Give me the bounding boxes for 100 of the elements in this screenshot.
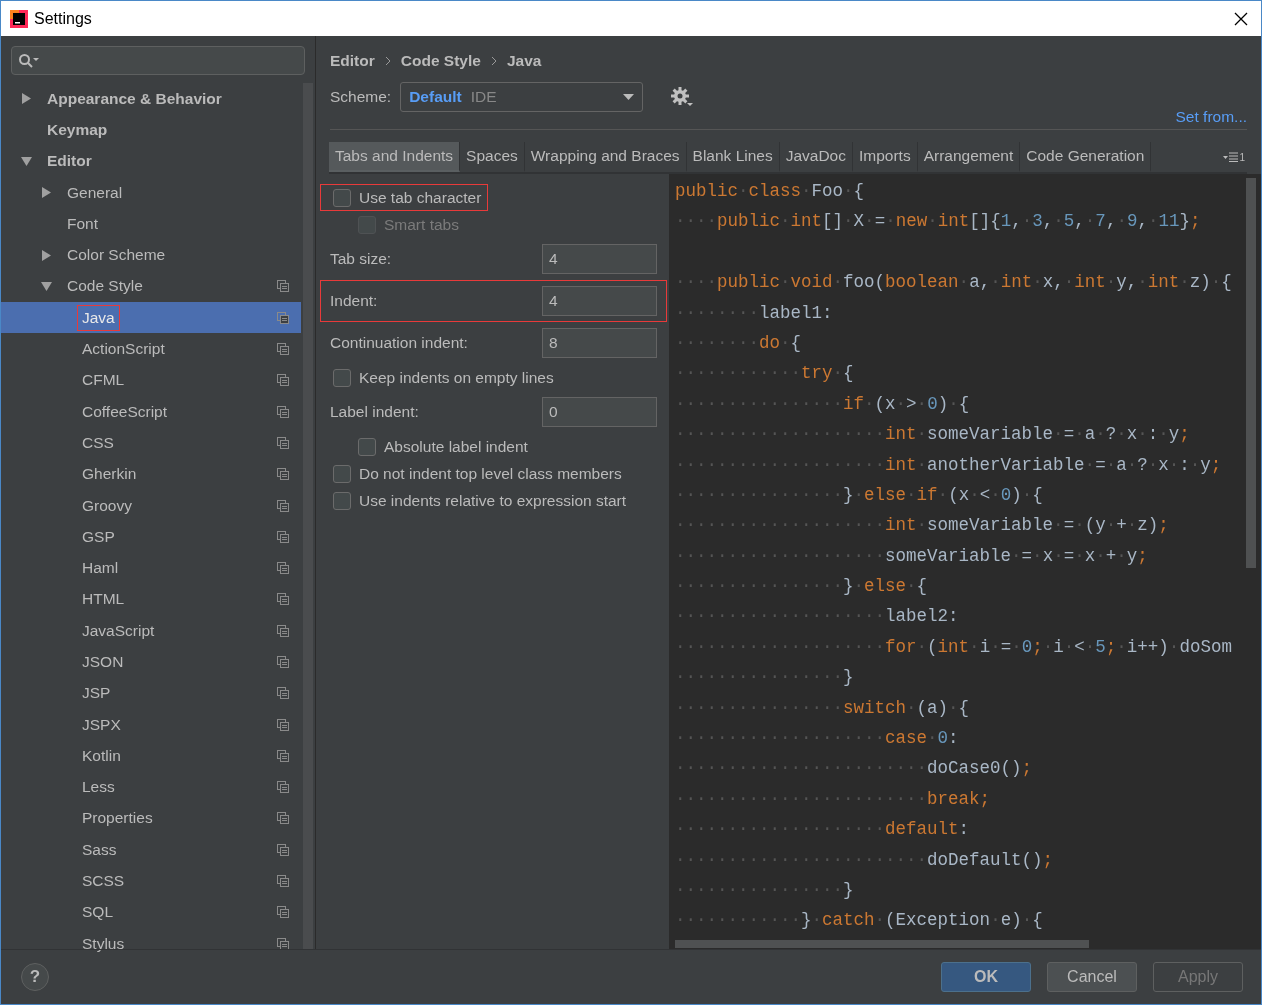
window-title: Settings [34, 9, 93, 28]
tree-item[interactable]: Kotlin [1, 740, 301, 772]
number-field[interactable]: 0 [542, 397, 657, 427]
copy-icon [277, 656, 289, 668]
checkbox[interactable] [358, 437, 376, 456]
breadcrumb-item[interactable]: Java [506, 52, 542, 70]
collapsed-arrow-icon[interactable] [40, 187, 52, 199]
tree-item[interactable]: Sass [1, 834, 301, 866]
copy-icon [277, 311, 289, 324]
collapsed-arrow-icon[interactable] [40, 249, 52, 261]
scrollbar[interactable] [675, 940, 1089, 948]
tree-item[interactable]: JSP [1, 677, 301, 709]
tree-item[interactable]: SCSS [1, 865, 301, 897]
tree-item[interactable]: Color Scheme [1, 239, 301, 271]
copy-icon [277, 280, 289, 293]
scrollbar[interactable] [303, 83, 313, 949]
code-line: ························break; [675, 787, 992, 811]
tree-item[interactable]: Groovy [1, 489, 301, 522]
dialog-button[interactable]: Cancel [1047, 962, 1137, 992]
number-field[interactable]: 4 [542, 286, 657, 316]
expanded-arrow-icon[interactable] [20, 155, 32, 167]
tree-item-label: Gherkin [81, 464, 138, 485]
copy-icon [277, 687, 289, 700]
tree-item-label: Less [81, 777, 116, 798]
checkbox-label: Use tab character [359, 188, 482, 207]
expanded-arrow-icon[interactable] [40, 280, 52, 292]
checkbox-label: Smart tabs [384, 215, 459, 234]
breadcrumb-item[interactable]: Code Style [400, 52, 481, 70]
code-line: ····public·int[]·X·=·new·int[]{1,·3,·5,·7,·9,·11}; [675, 210, 1202, 234]
tree-item[interactable]: Editor [1, 145, 301, 177]
checkbox[interactable] [333, 464, 351, 483]
number-field[interactable]: 4 [542, 244, 657, 274]
tree-item-label: Keymap [46, 119, 109, 140]
copy-icon [277, 530, 289, 543]
code-line: ················}·else·{ [675, 575, 929, 599]
tree-item[interactable]: Font [1, 208, 301, 240]
copy-icon [277, 468, 289, 481]
checkbox[interactable] [333, 188, 351, 207]
tree-item[interactable]: General [1, 176, 301, 209]
code-line: ····················label2: [675, 605, 960, 629]
code-line: ························doCase0(); [675, 757, 1034, 781]
tree-item[interactable]: Appearance & Behavior [1, 83, 301, 115]
tree-item[interactable]: GSP [1, 521, 301, 553]
tree-item[interactable]: CoffeeScript [1, 395, 301, 428]
tree-item[interactable]: Java [1, 302, 301, 334]
tree-item[interactable]: JavaScript [1, 615, 301, 647]
tree-item[interactable]: Stylus [1, 928, 301, 960]
tree-item[interactable]: HTML [1, 583, 301, 616]
tree-item[interactable]: ActionScript [1, 333, 301, 365]
tree-item[interactable]: JSON [1, 646, 301, 678]
code-line: ························doDefault(); [675, 848, 1055, 872]
code-line: ················}·else·if·(x·<·0)·{ [675, 483, 1044, 507]
tree-item[interactable]: Haml [1, 552, 301, 584]
tree-item-label: JSON [81, 652, 125, 672]
tree-item[interactable]: Code Style [1, 270, 301, 303]
field-label: Continuation indent: [330, 334, 468, 352]
tree-item-label: ActionScript [81, 339, 166, 359]
tree-item-label: Groovy [81, 495, 133, 516]
code-line: ········label1: [675, 301, 834, 325]
number-field[interactable]: 8 [542, 328, 657, 358]
copy-icon [277, 906, 289, 919]
breadcrumb-item[interactable]: Editor [330, 52, 375, 70]
tree-item[interactable]: Gherkin [1, 458, 301, 490]
search-icon [18, 52, 40, 69]
tree-item[interactable]: JSPX [1, 708, 301, 741]
code-line: ····················int·anotherVariable·=·a·?·x·:·y; [675, 453, 1223, 477]
chevron-icon [384, 56, 391, 66]
tree-item[interactable]: SQL [1, 896, 301, 928]
scrollbar[interactable] [1246, 178, 1256, 568]
collapsed-arrow-icon[interactable] [20, 93, 32, 105]
field-label: Indent: [330, 292, 378, 310]
tree-item-label: Font [66, 213, 99, 234]
tab-list-icon[interactable] [1223, 152, 1239, 162]
tree-item[interactable]: CFML [1, 364, 301, 396]
close-icon [1234, 11, 1248, 26]
code-line: ············}·catch·(Exception·e)·{ [675, 909, 1044, 933]
tree-item-label: General [66, 182, 124, 203]
checkbox[interactable] [333, 368, 351, 387]
code-line: ················switch·(a)·{ [675, 696, 971, 720]
tree-item[interactable]: Less [1, 771, 301, 803]
tree-item[interactable]: Keymap [1, 114, 301, 146]
checkbox[interactable] [333, 491, 351, 510]
code-line: ····················case·0: [675, 727, 960, 751]
tab[interactable]: Tabs and Indents [329, 142, 461, 172]
scheme-dropdown[interactable]: Default IDE [400, 82, 644, 112]
settings-icon[interactable] [670, 86, 695, 108]
copy-icon [277, 374, 289, 387]
tree-item-label: Color Scheme [66, 245, 167, 266]
code-line: ················} [675, 879, 855, 902]
tree-item-label: Properties [81, 808, 154, 829]
copy-icon [277, 593, 289, 606]
help-button[interactable]: ? [21, 963, 49, 991]
ok-button[interactable]: OK [941, 962, 1031, 992]
set-from-link[interactable]: Set from... [1175, 108, 1247, 129]
tree-item[interactable]: CSS [1, 427, 301, 459]
copy-icon [277, 875, 289, 888]
tree-item-label: JavaScript [81, 620, 156, 641]
code-line: ········do·{ [675, 331, 803, 355]
search-field[interactable] [11, 46, 305, 75]
tree-item[interactable]: Properties [1, 802, 301, 835]
